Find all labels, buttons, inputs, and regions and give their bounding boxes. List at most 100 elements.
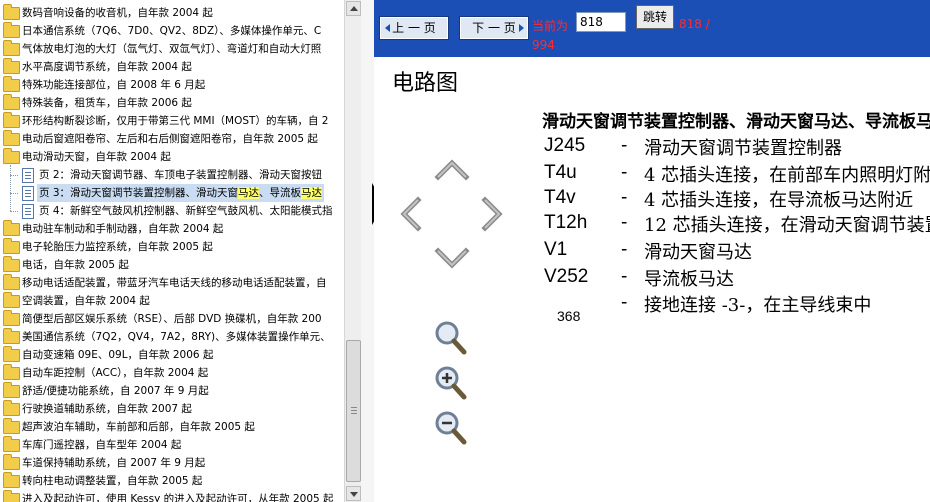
magnifier-icon[interactable] [434,320,468,356]
tree-item-expanded[interactable]: 电动滑动天窗，自年款 2004 起 [0,148,344,166]
tree-item[interactable]: 行驶换道辅助系统，自年款 2007 起 [0,400,344,418]
tree-item[interactable]: 简便型后部区娱乐系统（RSE）、后部 DVD 换碟机，自年款 200 [0,310,344,328]
tree-item[interactable]: 进入及起动许可，使用 Kessy 的进入及起动许可，从年款 2005 起 [0,490,344,502]
next-page-label: 下 一 页 [472,21,516,35]
chevron-left-icon[interactable] [396,196,426,232]
tree-item[interactable]: 美国通信系统（7Q2，QV4，7A2，8RY)、多媒体装置操作单元、 [0,328,344,346]
folder-icon [3,382,20,398]
chevron-down-icon[interactable] [434,243,470,273]
prev-page-button[interactable]: 上 一 页 [380,17,448,39]
current-page-label: 当前为 [532,19,569,33]
folder-icon [3,238,20,254]
tree-item-label: 转向柱电动调整装置，自年款 2005 起 [22,475,203,487]
folder-icon [3,40,20,56]
label-text: 页 3：滑动天窗调节装置控制器、滑动天窗 [39,187,239,199]
tree-item[interactable]: 舒适/便捷功能系统，自 2007 年 9 月起 [0,382,344,400]
page-title: 电路图 [392,71,459,96]
zoom-out-icon[interactable] [434,410,468,446]
chevron-up-icon[interactable] [434,155,470,185]
folder-icon [3,112,20,128]
tree-item[interactable]: 气体放电灯泡的大灯（氙气灯、双氙气灯）、弯道灯和自动大灯照 [0,40,344,58]
prev-page-label: 上 一 页 [392,21,436,35]
document-icon [22,204,34,219]
grip-line [351,410,357,411]
tree-item[interactable]: 自动车距控制（ACC），自年款 2004 起 [0,364,344,382]
tree-item-label: 进入及起动许可，使用 Kessy 的进入及起动许可，从年款 2005 起 [22,493,334,502]
legend-description: 接地连接 -3-，在主导线束中 [644,295,872,316]
page-total: 994 [532,38,555,52]
grip-line [351,413,357,414]
tree-child-item[interactable]: 页 2：滑动天窗调节器、车顶电子装置控制器、滑动天窗按钮 [0,166,344,184]
tree-item[interactable]: 水平高度调节系统，自年款 2004 起 [0,58,344,76]
legend-description: 4 芯插头连接，在导流板马达附近 [644,190,914,211]
tree-item-label: 气体放电灯泡的大灯（氙气灯、双氙气灯）、弯道灯和自动大灯照 [22,43,322,55]
page-number-input[interactable] [576,12,626,32]
tree-item-label: 自动变速箱 09E、09L，自年款 2006 起 [22,349,214,361]
scroll-down-button[interactable] [346,486,361,501]
tree-item-label: 电动驻车制动和手制动器，自年款 2004 起 [22,223,224,235]
tree-item[interactable]: 电子轮胎压力监控系统，自年款 2005 起 [0,238,344,256]
folder-icon [3,256,20,272]
scroll-up-button[interactable] [346,1,361,16]
zoom-in-icon[interactable] [434,365,468,401]
folder-icon [3,472,20,488]
tree-item[interactable]: 电动驻车制动和手制动器，自年款 2004 起 [0,220,344,238]
tree-item-label: 水平高度调节系统，自年款 2004 起 [22,61,192,73]
tree-scrollbar[interactable] [344,0,362,502]
tree-item[interactable]: 数码音响设备的收音机，自年款 2004 起 [0,4,344,22]
legend-code: T4v [544,187,576,208]
legend-code: T4u [544,162,577,183]
legend-description: 导流板马达 [644,269,734,290]
chevron-right-icon[interactable] [477,196,507,232]
legend-code: J245 [544,135,586,156]
scroll-thumb[interactable] [346,340,361,482]
tree-item-label: 电子轮胎压力监控系统，自年款 2005 起 [22,241,213,253]
grip-line [351,407,357,408]
tree-item[interactable]: 转向柱电动调整装置，自年款 2005 起 [0,472,344,490]
tree-item[interactable]: 空调装置，自年款 2004 起 [0,292,344,310]
folder-icon [3,274,20,290]
navigation-tree: 数码音响设备的收音机，自年款 2004 起 日本通信系统（7Q6、7D0、QV2… [0,0,344,502]
label-text: 、导流板 [259,187,302,199]
legend-dash: - [621,292,628,313]
tree-item[interactable]: 电动后窗遮阳卷帘、左后和右后侧窗遮阳卷帘，自年款 2005 起 [0,130,344,148]
document-icon [22,186,34,201]
tree-item-label: 自动车距控制（ACC），自年款 2004 起 [22,367,209,379]
legend-code: T12h [544,212,588,233]
folder-icon [3,418,20,434]
legend-description: 4 芯插头连接，在前部车内照明灯附近 [644,165,930,186]
tree-item[interactable]: 移动电话适配装置，带蓝牙汽车电话天线的移动电话适配装置，自 [0,274,344,292]
folder-icon [3,346,20,362]
tree-child-label: 页 2：滑动天窗调节器、车顶电子装置控制器、滑动天窗按钮 [39,169,323,181]
search-highlight: 马达 [238,187,260,199]
arrow-down-icon [350,492,358,497]
tree-item[interactable]: 自动变速箱 09E、09L，自年款 2006 起 [0,346,344,364]
tree-item[interactable]: 车库门遥控器，自车型年 2004 起 [0,436,344,454]
page-count-label: 818 / [679,17,710,31]
tree-item-label: 特殊装备，租赁车，自年款 2006 起 [22,97,192,109]
tree-item[interactable]: 车道保持辅助系统，自 2007 年 9 月起 [0,454,344,472]
legend-dash: - [621,239,628,260]
legend-dash: - [621,135,628,156]
folder-icon [3,310,20,326]
tree-item[interactable]: 特殊装备，租赁车，自年款 2006 起 [0,94,344,112]
folder-icon [3,490,20,502]
tree-item-label: 日本通信系统（7Q6、7D0、QV2、8DZ）、多媒体操作单元、C [22,25,322,37]
arrow-left-icon [385,24,390,32]
tree-item[interactable]: 超声波泊车辅助，车前部和后部，自年款 2005 起 [0,418,344,436]
next-page-button[interactable]: 下 一 页 [460,17,528,39]
page-toolbar: 上 一 页 下 一 页 当前为 跳转 818 / 994 [374,0,930,57]
folder-icon [3,220,20,236]
jump-button[interactable]: 跳转 [636,5,674,29]
tree-item[interactable]: 特殊功能连接部位，自 2008 年 6 月起 [0,76,344,94]
tree-item[interactable]: 电话，自年款 2005 起 [0,256,344,274]
folder-icon [3,454,20,470]
legend-dash: - [621,187,628,208]
tree-child-item-selected[interactable]: 页 3：滑动天窗调节装置控制器、滑动天窗马达、导流板马达 [0,184,344,202]
panel-splitter[interactable] [361,0,374,502]
tree-child-item[interactable]: 页 4：新鲜空气鼓风机控制器、新鲜空气鼓风机、太阳能模式指 [0,202,344,220]
tree-item[interactable]: 日本通信系统（7Q6、7D0、QV2、8DZ）、多媒体操作单元、C [0,22,344,40]
tree-item-label: 环形结构断裂诊断，仅用于带第三代 MMI（MOST）的车辆，自 2 [22,115,329,127]
arrow-up-icon [350,6,358,11]
tree-item[interactable]: 环形结构断裂诊断，仅用于带第三代 MMI（MOST）的车辆，自 2 [0,112,344,130]
